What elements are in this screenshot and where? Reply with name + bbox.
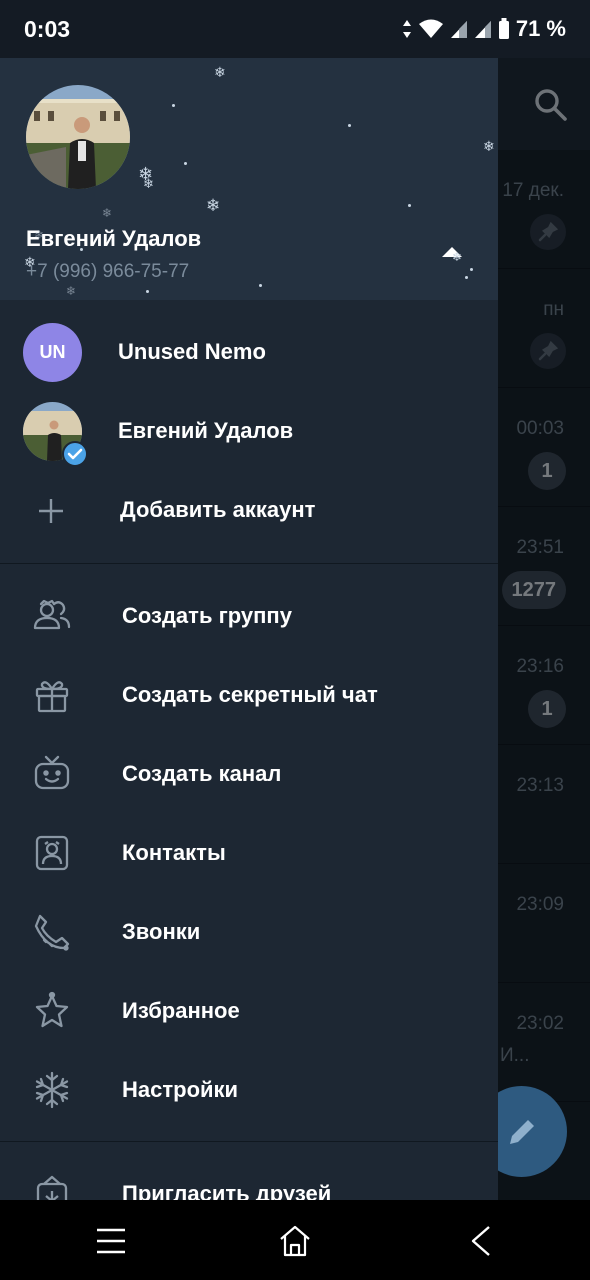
snow-dot bbox=[408, 204, 411, 207]
menu-item-saved[interactable]: Избранное bbox=[0, 972, 498, 1051]
menu-item-secret-chat[interactable]: Создать секретный чат bbox=[0, 656, 498, 735]
verified-check-icon bbox=[62, 441, 88, 467]
menu-label: Избранное bbox=[122, 998, 240, 1023]
snowflake-icon: ❄ bbox=[66, 284, 77, 298]
menu-label: Настройки bbox=[122, 1077, 239, 1102]
add-account-label: Добавить аккаунт bbox=[120, 497, 316, 522]
navigation-drawer: Евгений Удалов +7 (996) 966-75-77 ❄ ❄ ❄ … bbox=[0, 58, 498, 1200]
menu-label: Контакты bbox=[122, 840, 226, 865]
home-icon[interactable] bbox=[278, 1224, 312, 1258]
tv-channel-icon bbox=[34, 755, 70, 790]
account-name: Евгений Удалов bbox=[118, 418, 294, 443]
snow-dot bbox=[172, 104, 175, 107]
menu-label: Звонки bbox=[122, 919, 201, 944]
account-item-current[interactable]: Евгений Удалов bbox=[0, 393, 498, 471]
status-bar: 0:03 71 % bbox=[0, 0, 590, 58]
profile-avatar[interactable] bbox=[26, 85, 130, 189]
snowflake-icon: ❄ bbox=[214, 64, 226, 80]
divider bbox=[0, 563, 498, 564]
back-icon[interactable] bbox=[464, 1224, 498, 1258]
snow-dot bbox=[470, 268, 473, 271]
snow-dot bbox=[259, 284, 262, 287]
menu-item-new-channel[interactable]: Создать канал bbox=[0, 735, 498, 814]
plus-icon bbox=[39, 499, 63, 523]
status-time: 0:03 bbox=[24, 16, 71, 42]
menu-label: Пригласить друзей bbox=[122, 1181, 332, 1200]
menu-item-new-group[interactable]: Создать группу bbox=[0, 577, 498, 656]
status-icons: 71 % bbox=[402, 16, 566, 42]
drawer-header: Евгений Удалов +7 (996) 966-75-77 ❄ ❄ ❄ … bbox=[0, 58, 498, 300]
snowflake-icon: ❄ bbox=[483, 138, 495, 154]
divider bbox=[0, 1141, 498, 1142]
phone-icon bbox=[34, 914, 70, 951]
snowflake-icon: ❄ bbox=[34, 228, 45, 242]
snow-dot bbox=[348, 124, 351, 127]
snowflake-icon: ❄ bbox=[24, 254, 36, 270]
snowflake-icon: ❄ bbox=[452, 250, 463, 264]
menu-label: Создать канал bbox=[122, 761, 282, 786]
snow-dot bbox=[465, 276, 468, 279]
menu-label: Создать секретный чат bbox=[122, 682, 378, 707]
system-nav-bar bbox=[0, 1200, 590, 1280]
menu-item-calls[interactable]: Звонки bbox=[0, 893, 498, 972]
battery-percent: 71 % bbox=[515, 16, 566, 41]
account-item-unused-nemo[interactable]: UN Unused Nemo bbox=[0, 314, 498, 392]
avatar: UN bbox=[23, 323, 82, 382]
star-icon bbox=[35, 991, 69, 1028]
snowflake-settings-icon bbox=[35, 1071, 69, 1109]
account-name: Unused Nemo bbox=[118, 339, 266, 364]
battery-icon bbox=[498, 18, 509, 39]
menu-item-settings[interactable]: Настройки bbox=[0, 1051, 498, 1130]
snowflake-icon: ❄ bbox=[206, 196, 221, 215]
snow-dot bbox=[184, 162, 187, 165]
snow-dot bbox=[146, 290, 149, 293]
menu-icon[interactable] bbox=[94, 1224, 128, 1258]
invite-icon bbox=[36, 1175, 68, 1200]
signal-icon bbox=[450, 21, 467, 38]
menu-item-contacts[interactable]: Контакты bbox=[0, 814, 498, 893]
wifi-icon bbox=[418, 19, 443, 38]
profile-name: Евгений Удалов bbox=[26, 226, 202, 251]
menu-label: Создать группу bbox=[122, 603, 292, 628]
contacts-icon bbox=[35, 835, 69, 871]
add-account-button[interactable]: Добавить аккаунт bbox=[0, 472, 498, 550]
snowflake-icon: ❄ bbox=[102, 206, 113, 220]
signal-icon bbox=[474, 21, 491, 38]
profile-phone: +7 (996) 966-75-77 bbox=[26, 261, 190, 282]
pencil-icon bbox=[509, 1119, 534, 1144]
data-arrows-icon bbox=[402, 20, 411, 38]
snow-dot bbox=[80, 248, 83, 251]
gift-lock-icon bbox=[35, 681, 69, 713]
group-icon bbox=[33, 599, 71, 630]
menu-item-invite-friends[interactable]: Пригласить друзей bbox=[0, 1155, 498, 1200]
snowflake-icon: ❄ bbox=[143, 176, 154, 191]
